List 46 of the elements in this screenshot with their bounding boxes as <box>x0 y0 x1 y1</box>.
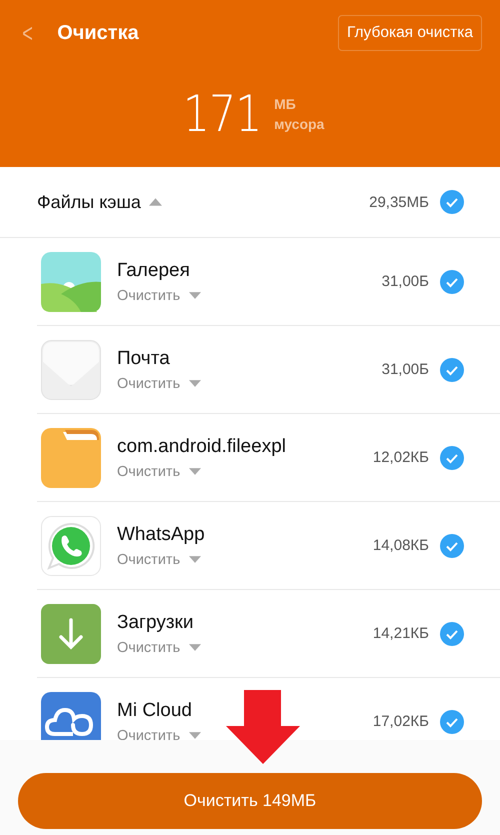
checkbox[interactable] <box>440 534 464 558</box>
clean-dropdown[interactable]: Очистить <box>117 288 180 304</box>
app-size: 14,08КБ <box>372 537 429 554</box>
collapse-icon[interactable] <box>148 198 162 206</box>
dropdown-icon[interactable] <box>189 468 202 475</box>
app-name: Почта <box>117 348 171 370</box>
app-name: com.android.fileexpl <box>117 436 287 458</box>
app-size: 31,00Б <box>382 273 429 290</box>
screen-title: Очистка <box>57 22 140 44</box>
app-size: 31,00Б <box>382 361 429 378</box>
dropdown-icon[interactable] <box>189 380 202 387</box>
back-button[interactable]: < <box>22 18 33 48</box>
checkbox[interactable] <box>440 358 464 382</box>
junk-caption: мусора <box>274 115 324 134</box>
deep-clean-button[interactable]: Глубокая очистка <box>338 15 482 51</box>
app-name: Mi Cloud <box>117 700 193 722</box>
dropdown-icon[interactable] <box>189 556 202 563</box>
clean-dropdown[interactable]: Очистить <box>117 552 180 568</box>
app-name: Галерея <box>117 260 191 282</box>
section-size: 29,35МБ <box>369 194 429 210</box>
clean-button[interactable]: Очистить 149МБ <box>18 773 482 829</box>
clean-dropdown[interactable]: Очистить <box>117 640 180 656</box>
junk-total: 171 <box>182 89 262 139</box>
junk-unit: МБ <box>274 95 297 114</box>
clean-dropdown[interactable]: Очистить <box>117 728 180 740</box>
checkbox[interactable] <box>440 190 464 214</box>
dropdown-icon[interactable] <box>189 644 202 651</box>
folder-icon <box>41 428 101 488</box>
checkbox[interactable] <box>440 710 464 734</box>
app-size: 14,21КБ <box>372 625 429 642</box>
app-name: WhatsApp <box>117 524 206 546</box>
clean-dropdown[interactable]: Очистить <box>117 376 180 392</box>
download-icon <box>41 604 101 664</box>
app-size: 17,02КБ <box>372 713 429 730</box>
app-size: 12,02КБ <box>372 449 429 466</box>
checkbox[interactable] <box>440 622 464 646</box>
phone-bubble-icon <box>41 516 101 576</box>
envelope-icon <box>41 340 101 400</box>
arrow-icon <box>226 690 300 764</box>
clean-dropdown[interactable]: Очистить <box>117 464 180 480</box>
dropdown-icon[interactable] <box>189 292 202 299</box>
checkbox[interactable] <box>440 446 464 470</box>
section-title[interactable]: Файлы кэша <box>37 192 141 212</box>
checkbox[interactable] <box>440 270 464 294</box>
app-name: Загрузки <box>117 612 194 634</box>
landscape-icon <box>41 252 101 312</box>
